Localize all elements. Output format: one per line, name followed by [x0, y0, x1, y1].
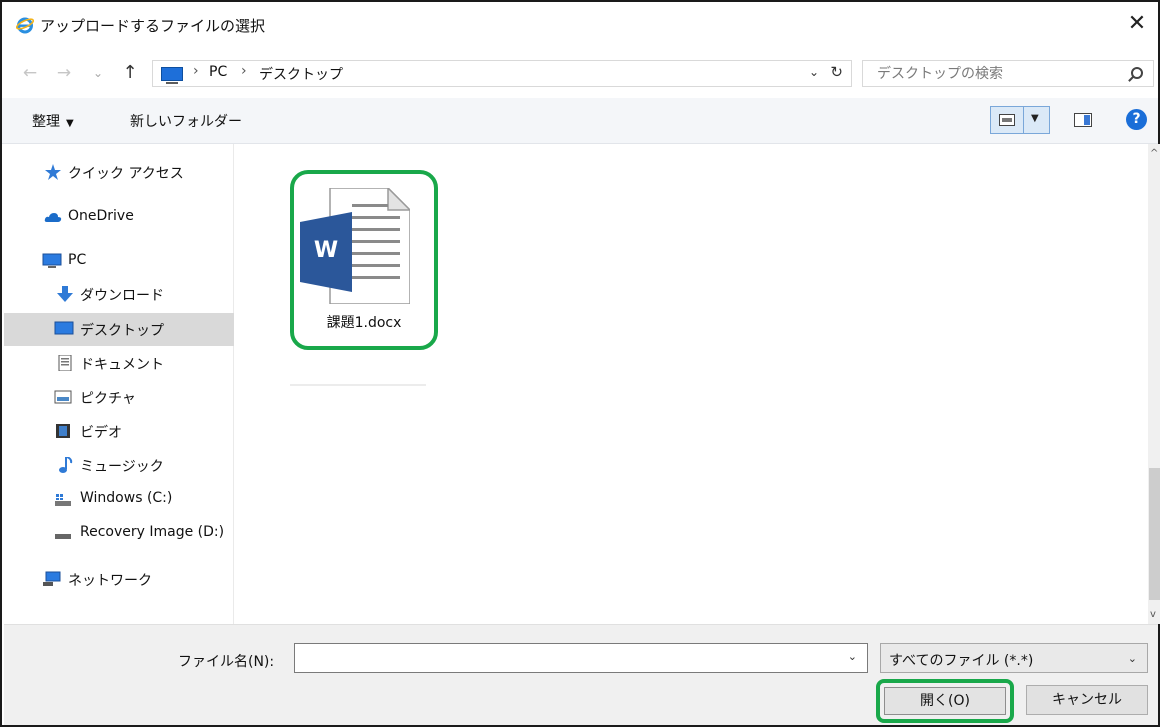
filetype-value: すべてのファイル (*.*) — [889, 653, 1034, 669]
word-badge: W — [313, 238, 339, 263]
cancel-button[interactable]: キャンセル — [1026, 685, 1148, 715]
star-icon — [45, 164, 61, 180]
search-box — [862, 60, 1154, 87]
navigation-pane: クイック アクセス OneDrive PC ダウンロード デスクトップ ドキュメ… — [4, 144, 234, 624]
sidebar-item-pictures[interactable]: ピクチャ — [4, 381, 234, 414]
sidebar-item-documents[interactable]: ドキュメント — [4, 347, 234, 380]
sidebar-item-label: OneDrive — [68, 208, 134, 224]
address-row: ← → ⌄ ↑ › PC › デスクトップ ⌄ ↻ — [2, 52, 1158, 96]
sidebar-item-label: ダウンロード — [80, 288, 164, 304]
file-name: 課題1.docx — [326, 315, 402, 331]
caret-down-icon[interactable]: ▼ — [1031, 113, 1039, 124]
preview-pane-icon[interactable] — [1074, 113, 1092, 127]
divider — [290, 384, 426, 386]
music-icon — [59, 457, 73, 473]
sidebar-item-label: ピクチャ — [80, 391, 136, 407]
sidebar-item-label: クイック アクセス — [68, 166, 184, 182]
sidebar-item-label: Windows (C:) — [80, 490, 173, 506]
document-icon — [58, 355, 72, 371]
sidebar-item-label: PC — [68, 252, 87, 268]
organize-label: 整理 — [32, 114, 60, 130]
download-icon — [57, 286, 73, 302]
filename-combo[interactable]: ⌄ — [294, 643, 868, 673]
filename-label: ファイル名(N): — [178, 654, 275, 670]
file-item[interactable]: W 課題1.docx — [290, 170, 438, 350]
sidebar-item-quick-access[interactable]: クイック アクセス — [4, 156, 234, 189]
dialog-footer: ファイル名(N): ⌄ すべてのファイル (*.*) ⌄ 開く(O) キャンセル — [4, 624, 1158, 725]
search-icon[interactable] — [1131, 67, 1143, 79]
caret-down-icon: ▼ — [66, 118, 74, 129]
sidebar-item-label: デスクトップ — [80, 323, 164, 339]
up-arrow-icon[interactable]: ↑ — [120, 62, 140, 84]
sidebar-item-drive-c[interactable]: Windows (C:) — [4, 483, 234, 516]
internet-explorer-icon — [16, 17, 34, 34]
sidebar-item-videos[interactable]: ビデオ — [4, 415, 234, 448]
open-button[interactable]: 開く(O) — [884, 687, 1006, 715]
close-icon[interactable]: ✕ — [1122, 10, 1152, 38]
network-icon — [43, 571, 61, 586]
file-list: W 課題1.docx — [236, 144, 1148, 624]
title-bar: アップロードするファイルの選択 ✕ — [2, 2, 1158, 48]
file-open-dialog: アップロードするファイルの選択 ✕ ← → ⌄ ↑ › PC › デスクトップ … — [0, 0, 1160, 727]
pictures-icon — [54, 390, 72, 404]
command-bar: 整理 ▼ 新しいフォルダー ▼ ? — [2, 98, 1158, 144]
scroll-up-icon[interactable]: ^ — [1150, 148, 1158, 159]
help-icon[interactable]: ? — [1126, 109, 1147, 130]
sidebar-item-music[interactable]: ミュージック — [4, 449, 234, 482]
new-folder-button[interactable]: 新しいフォルダー — [130, 111, 242, 131]
breadcrumb[interactable]: › PC › デスクトップ ⌄ ↻ — [152, 60, 852, 87]
breadcrumb-item-desktop[interactable]: デスクトップ — [259, 64, 343, 84]
sidebar-item-onedrive[interactable]: OneDrive — [4, 201, 234, 234]
chevron-down-icon[interactable]: ⌄ — [1128, 652, 1137, 665]
back-arrow-icon[interactable]: ← — [20, 62, 40, 84]
search-input[interactable] — [863, 61, 1113, 86]
filetype-select[interactable]: すべてのファイル (*.*) ⌄ — [880, 643, 1148, 673]
refresh-icon[interactable]: ↻ — [830, 63, 843, 81]
breadcrumb-item-pc[interactable]: PC — [209, 64, 227, 80]
forward-arrow-icon[interactable]: → — [54, 62, 74, 84]
drive-windows-icon — [55, 494, 71, 506]
cloud-icon — [44, 213, 62, 222]
sidebar-item-label: ネットワーク — [68, 573, 152, 589]
view-icon — [999, 114, 1015, 126]
desktop-icon — [54, 321, 74, 335]
sidebar-item-network[interactable]: ネットワーク — [4, 563, 234, 596]
sidebar-item-downloads[interactable]: ダウンロード — [4, 278, 234, 311]
video-icon — [56, 424, 70, 438]
sidebar-item-drive-d[interactable]: Recovery Image (D:) — [4, 517, 234, 550]
scroll-thumb[interactable] — [1149, 468, 1160, 600]
open-button-highlight: 開く(O) — [876, 679, 1014, 723]
breadcrumb-separator[interactable]: › — [193, 63, 199, 79]
sidebar-item-label: ドキュメント — [80, 357, 164, 373]
scroll-down-icon[interactable]: v — [1150, 609, 1156, 620]
pc-icon — [161, 67, 183, 84]
breadcrumb-separator[interactable]: › — [241, 63, 247, 79]
recent-locations-chevron-icon[interactable]: ⌄ — [88, 62, 108, 84]
sidebar-item-label: ミュージック — [80, 459, 164, 475]
vertical-scrollbar[interactable]: ^ v — [1148, 144, 1160, 624]
address-dropdown-icon[interactable]: ⌄ — [809, 65, 819, 79]
computer-icon — [42, 253, 62, 268]
sidebar-item-label: ビデオ — [80, 425, 122, 441]
sidebar-item-label: Recovery Image (D:) — [80, 524, 225, 540]
drive-icon — [55, 534, 71, 539]
sidebar-item-pc[interactable]: PC — [4, 245, 234, 278]
filename-input[interactable] — [295, 644, 835, 672]
chevron-down-icon[interactable]: ⌄ — [848, 650, 857, 663]
organize-button[interactable]: 整理 ▼ — [32, 111, 74, 131]
sidebar-item-desktop[interactable]: デスクトップ — [4, 313, 234, 346]
change-view-button[interactable]: ▼ — [990, 106, 1050, 134]
view-divider — [1023, 107, 1024, 133]
window-title: アップロードするファイルの選択 — [40, 17, 266, 35]
